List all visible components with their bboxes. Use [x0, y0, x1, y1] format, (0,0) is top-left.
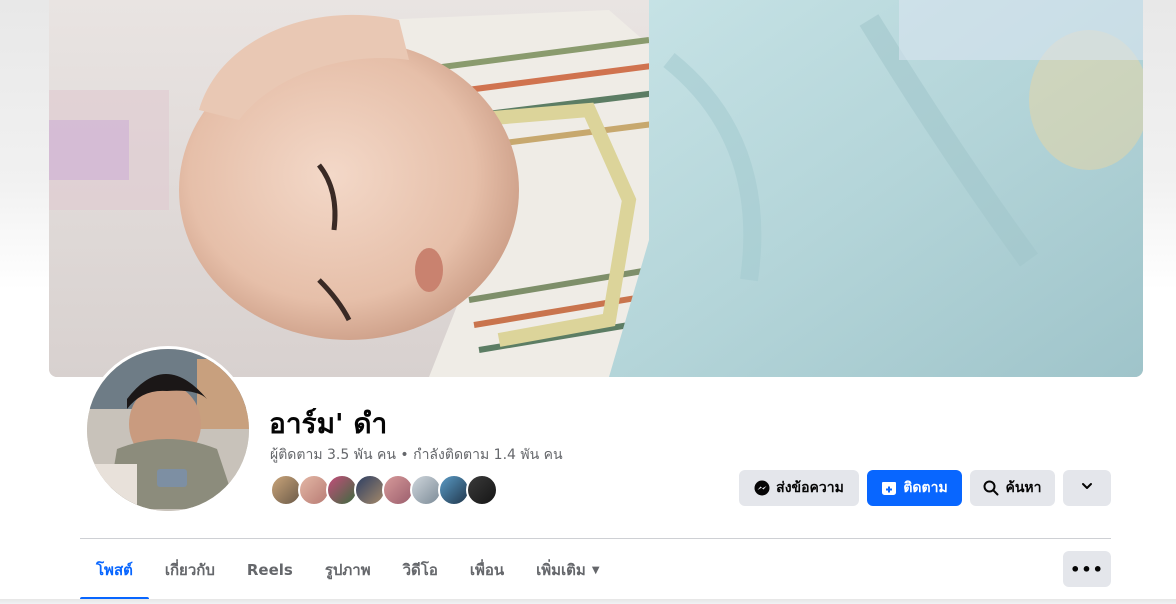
tab-label: เพื่อน	[469, 561, 505, 579]
search-button[interactable]: ค้นหา	[970, 470, 1055, 506]
avatar	[87, 349, 249, 511]
tab-reels[interactable]: Reels	[231, 540, 309, 600]
tab-label: รูปภาพ	[324, 561, 371, 579]
tab-videos[interactable]: วิดีโอ	[387, 540, 454, 600]
profile-stats: ผู้ติดตาม 3.5 พัน คน • กำลังติดตาม 1.4 พ…	[270, 444, 563, 466]
content-area-edge	[0, 599, 1176, 604]
search-button-label: ค้นหา	[1005, 480, 1042, 496]
profile-actions: ส่งข้อความ ติดตาม ค้นหา	[739, 470, 1111, 506]
tab-about[interactable]: เกี่ยวกับ	[149, 540, 231, 600]
tab-label: เพิ่มเติม	[536, 561, 586, 579]
tab-friends[interactable]: เพื่อน	[454, 540, 520, 600]
follow-icon	[881, 480, 897, 496]
profile-divider	[80, 538, 1111, 539]
chevron-down-icon	[1080, 479, 1094, 497]
message-button[interactable]: ส่งข้อความ	[739, 470, 859, 506]
follow-button-label: ติดตาม	[903, 480, 948, 496]
cover-photo-image	[49, 0, 1143, 377]
following-count[interactable]: กำลังติดตาม 1.4 พัน คน	[413, 447, 562, 463]
tab-label: เกี่ยวกับ	[164, 561, 215, 579]
followers-count[interactable]: ผู้ติดตาม 3.5 พัน คน	[270, 447, 396, 463]
tab-label: โพสต์	[96, 561, 133, 579]
stats-separator: •	[395, 447, 414, 463]
tab-label: วิดีโอ	[402, 561, 438, 579]
ellipsis-icon: •••	[1070, 559, 1104, 579]
profile-name: อาร์ม' ดำ	[269, 407, 388, 440]
profile-tabs: โพสต์ เกี่ยวกับ Reels รูปภาพ วิดีโอ เพื่…	[80, 540, 616, 600]
cover-photo[interactable]	[49, 0, 1143, 377]
expand-button[interactable]	[1063, 470, 1111, 506]
more-options-button[interactable]: •••	[1063, 551, 1111, 587]
search-icon	[983, 480, 999, 496]
profile-avatar[interactable]	[84, 346, 252, 514]
tab-posts[interactable]: โพสต์	[80, 540, 149, 600]
message-button-label: ส่งข้อความ	[776, 480, 844, 496]
follower-avatars	[270, 474, 498, 506]
profile-page: อาร์ม' ดำ ผู้ติดตาม 3.5 พัน คน • กำลังติ…	[0, 0, 1176, 604]
tab-more[interactable]: เพิ่มเติม ▼	[520, 540, 615, 600]
caret-down-icon: ▼	[591, 564, 600, 576]
tab-label: Reels	[246, 561, 293, 579]
tab-photos[interactable]: รูปภาพ	[309, 540, 387, 600]
follow-button[interactable]: ติดตาม	[867, 470, 962, 506]
follower-avatar[interactable]	[466, 474, 498, 506]
messenger-icon	[754, 480, 770, 496]
